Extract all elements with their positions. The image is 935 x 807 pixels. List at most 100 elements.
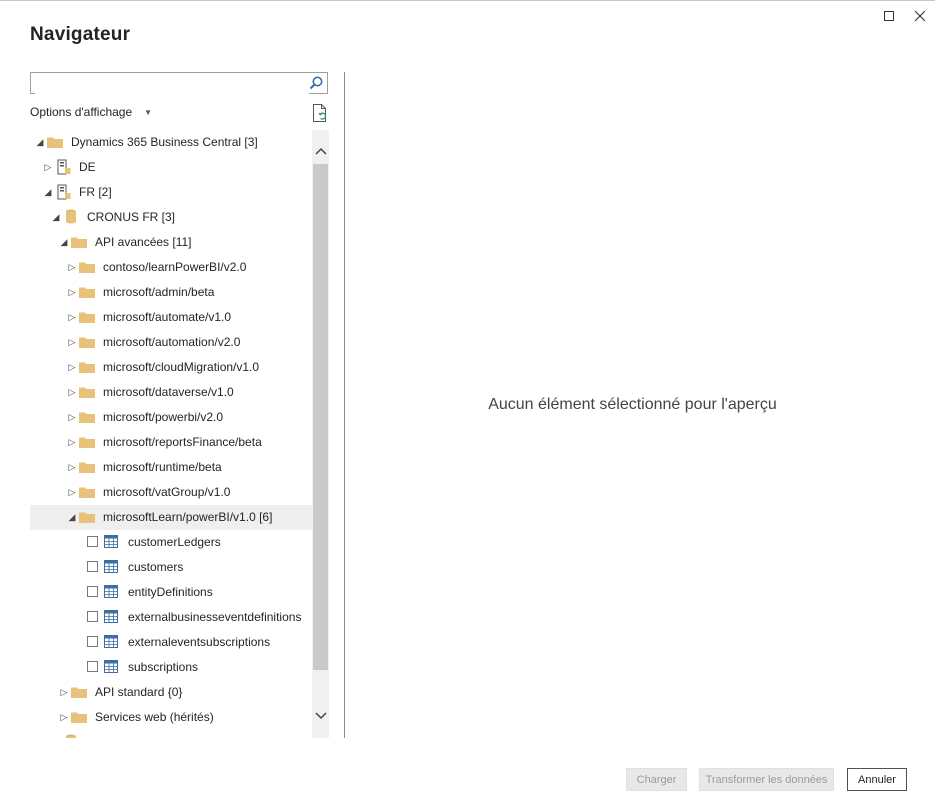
table-checkbox[interactable] xyxy=(87,611,98,622)
expand-triangle-icon[interactable]: ▷ xyxy=(66,411,78,423)
collapse-triangle-icon[interactable]: ◢ xyxy=(42,186,54,198)
folder-icon xyxy=(79,462,95,473)
tree-node-label: Dynamics 365 Business Central [3] xyxy=(71,135,258,149)
tree-scrollbar[interactable] xyxy=(312,130,329,738)
table-icon xyxy=(104,660,118,673)
folder-icon xyxy=(71,237,87,248)
transform-data-button[interactable]: Transformer les données xyxy=(699,768,834,791)
folder-icon xyxy=(79,262,95,273)
tree-node-label: entityDefinitions xyxy=(128,585,213,599)
tree-node-api-folder[interactable]: ▷ microsoft/reportsFinance/beta xyxy=(30,430,312,455)
tree-node-table[interactable]: subscriptions xyxy=(30,655,312,680)
maximize-icon xyxy=(883,10,894,21)
tree-node-label: externaleventsubscriptions xyxy=(128,635,271,649)
tree-node-label: contoso/learnPowerBI/v2.0 xyxy=(103,260,247,274)
folder-icon xyxy=(79,312,95,323)
tree-node-api-folder[interactable]: ▷ microsoft/automate/v1.0 xyxy=(30,305,312,330)
chevron-up-icon xyxy=(314,147,327,155)
search-field[interactable] xyxy=(30,72,328,94)
scroll-thumb[interactable] xyxy=(313,164,328,670)
search-input[interactable] xyxy=(35,74,309,94)
tree-node-partial[interactable] xyxy=(30,730,312,738)
tree-node-fr[interactable]: ◢ FR [2] xyxy=(30,180,312,205)
expand-triangle-icon[interactable]: ▷ xyxy=(42,161,54,173)
expand-triangle-icon[interactable]: ▷ xyxy=(66,261,78,273)
collapse-triangle-icon[interactable]: ◢ xyxy=(34,136,46,148)
expand-triangle-icon[interactable]: ▷ xyxy=(66,336,78,348)
table-checkbox[interactable] xyxy=(87,536,98,547)
expand-triangle-icon[interactable]: ▷ xyxy=(66,386,78,398)
table-icon xyxy=(104,610,118,623)
table-checkbox[interactable] xyxy=(87,636,98,647)
tree-node-business-central[interactable]: ◢ Dynamics 365 Business Central [3] xyxy=(30,130,312,155)
tree-node-web-services[interactable]: ▷ Services web (hérités) xyxy=(30,705,312,730)
tree-node-label: Services web (hérités) xyxy=(95,710,214,724)
tree-node-table[interactable]: externaleventsubscriptions xyxy=(30,630,312,655)
chevron-down-icon xyxy=(314,712,327,720)
tree-node-label: API standard {0} xyxy=(95,685,183,699)
tree-node-de[interactable]: ▷ DE xyxy=(30,155,312,180)
folder-icon xyxy=(79,387,95,398)
expand-triangle-icon[interactable]: ▷ xyxy=(66,361,78,373)
tree-node-api-folder[interactable]: ▷ microsoft/runtime/beta xyxy=(30,455,312,480)
folder-icon xyxy=(79,287,95,298)
search-icon[interactable] xyxy=(308,75,324,91)
maximize-button[interactable] xyxy=(879,6,899,26)
tree-node-table[interactable]: entityDefinitions xyxy=(30,580,312,605)
tree-node-label: subscriptions xyxy=(128,660,199,674)
expand-triangle-icon[interactable]: ▷ xyxy=(66,286,78,298)
folder-icon xyxy=(79,362,95,373)
tree-node-api-folder[interactable]: ▷ microsoft/dataverse/v1.0 xyxy=(30,380,312,405)
table-checkbox[interactable] xyxy=(87,561,98,572)
expand-triangle-icon[interactable]: ▷ xyxy=(66,486,78,498)
tree-node-label: microsoft/cloudMigration/v1.0 xyxy=(103,360,260,374)
tree-node-label: microsoft/automation/v2.0 xyxy=(103,335,241,349)
tree-node-table[interactable]: externalbusinesseventdefinitions xyxy=(30,605,312,630)
tree-node-table[interactable]: customerLedgers xyxy=(30,530,312,555)
tree-node-api-standard[interactable]: ▷ API standard {0} xyxy=(30,680,312,705)
tree-node-label: FR [2] xyxy=(79,185,112,199)
tree-node-api-folder[interactable]: ▷ contoso/learnPowerBI/v2.0 xyxy=(30,255,312,280)
load-button[interactable]: Charger xyxy=(626,768,687,791)
expand-triangle-icon[interactable]: ▷ xyxy=(66,436,78,448)
scroll-up-button[interactable] xyxy=(312,142,329,160)
tree-node-api-advanced[interactable]: ◢ API avancées [11] xyxy=(30,230,312,255)
collapse-triangle-icon[interactable]: ◢ xyxy=(50,211,62,223)
tree-node-microsoftlearn-powerbi[interactable]: ◢ microsoftLearn/powerBI/v1.0 [6] xyxy=(30,505,312,530)
tree-node-api-folder[interactable]: ▷ microsoft/admin/beta xyxy=(30,280,312,305)
table-icon xyxy=(104,535,118,548)
folder-icon xyxy=(79,337,95,348)
tree-node-api-folder[interactable]: ▷ microsoft/vatGroup/v1.0 xyxy=(30,480,312,505)
expand-triangle-icon[interactable]: ▷ xyxy=(58,711,70,723)
close-button[interactable] xyxy=(910,6,930,26)
tree-node-api-folder[interactable]: ▷ microsoft/cloudMigration/v1.0 xyxy=(30,355,312,380)
preview-empty-message: Aucun élément sélectionné pour l'aperçu xyxy=(488,396,777,413)
expand-triangle-icon[interactable]: ▷ xyxy=(58,686,70,698)
folder-icon xyxy=(71,687,87,698)
tree-node-api-folder[interactable]: ▷ microsoft/automation/v2.0 xyxy=(30,330,312,355)
database-icon xyxy=(66,734,76,738)
tree-node-api-folder[interactable]: ▷ microsoft/powerbi/v2.0 xyxy=(30,405,312,430)
folder-icon xyxy=(79,512,95,523)
display-options-dropdown[interactable]: Options d'affichage ▼ xyxy=(30,105,152,119)
table-icon xyxy=(104,585,118,598)
tree-node-label: microsoft/runtime/beta xyxy=(103,460,222,474)
collapse-triangle-icon[interactable]: ◢ xyxy=(66,511,78,523)
caret-down-icon: ▼ xyxy=(144,107,153,117)
refresh-icon[interactable] xyxy=(311,103,329,123)
tree-node-cronus-fr[interactable]: ◢ CRONUS FR [3] xyxy=(30,205,312,230)
expand-triangle-icon[interactable]: ▷ xyxy=(66,311,78,323)
scroll-down-button[interactable] xyxy=(312,707,329,725)
table-checkbox[interactable] xyxy=(87,661,98,672)
table-checkbox[interactable] xyxy=(87,586,98,597)
tree-node-label: externalbusinesseventdefinitions xyxy=(128,610,302,624)
display-options-label: Options d'affichage xyxy=(30,105,133,119)
collapse-triangle-icon[interactable]: ◢ xyxy=(58,236,70,248)
tree-node-label: DE xyxy=(79,160,96,174)
cancel-button[interactable]: Annuler xyxy=(847,768,907,791)
expand-triangle-icon[interactable]: ▷ xyxy=(66,461,78,473)
navigator-tree[interactable]: ◢ Dynamics 365 Business Central [3] ▷ DE… xyxy=(30,130,312,738)
tree-node-table[interactable]: customers xyxy=(30,555,312,580)
tree-node-label: microsoft/admin/beta xyxy=(103,285,215,299)
database-icon xyxy=(66,209,76,224)
